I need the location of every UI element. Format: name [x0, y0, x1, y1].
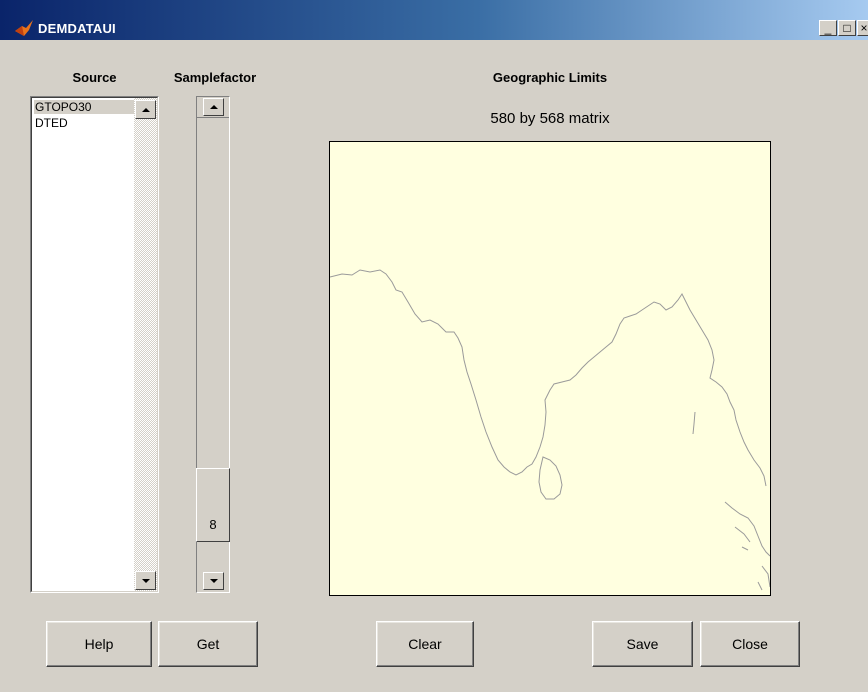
slider-down-button[interactable]: [203, 572, 224, 590]
help-button[interactable]: Help: [46, 621, 152, 667]
close-icon[interactable]: ×: [857, 20, 868, 36]
list-item-gtopo30[interactable]: GTOPO30: [34, 100, 134, 114]
save-button[interactable]: Save: [592, 621, 693, 667]
source-list-scrollbar[interactable]: [134, 98, 157, 591]
arrow-up-icon: [141, 107, 150, 112]
arrow-down-icon: [209, 579, 218, 583]
close-button[interactable]: Close: [700, 621, 800, 667]
maximize-icon[interactable]: □: [838, 20, 856, 36]
samplefactor-thumb[interactable]: 8: [196, 468, 230, 542]
map-axes[interactable]: [329, 141, 771, 596]
window-title: DEMDATAUI: [38, 21, 116, 36]
source-listbox-frame: GTOPO30 DTED: [31, 97, 158, 592]
list-item-dted[interactable]: DTED: [34, 116, 134, 130]
title-bar: [0, 0, 868, 40]
clear-button[interactable]: Clear: [376, 621, 474, 667]
coastline-map: [330, 269, 770, 591]
scroll-down-button[interactable]: [135, 571, 156, 590]
minimize-icon[interactable]: _: [819, 20, 837, 36]
arrow-down-icon: [141, 578, 150, 583]
slider-up-button[interactable]: [203, 98, 224, 116]
matrix-size-label: 580 by 568 matrix: [490, 110, 610, 127]
slider-divider: [197, 117, 229, 118]
source-listbox[interactable]: GTOPO30 DTED: [30, 96, 159, 593]
matlab-logo-icon: [15, 20, 33, 36]
arrow-up-icon: [209, 105, 218, 109]
scroll-up-button[interactable]: [135, 100, 156, 119]
get-button[interactable]: Get: [158, 621, 258, 667]
geographic-limits-heading: Geographic Limits: [492, 70, 608, 85]
samplefactor-heading: Samplefactor: [173, 70, 257, 85]
source-heading: Source: [72, 70, 117, 85]
